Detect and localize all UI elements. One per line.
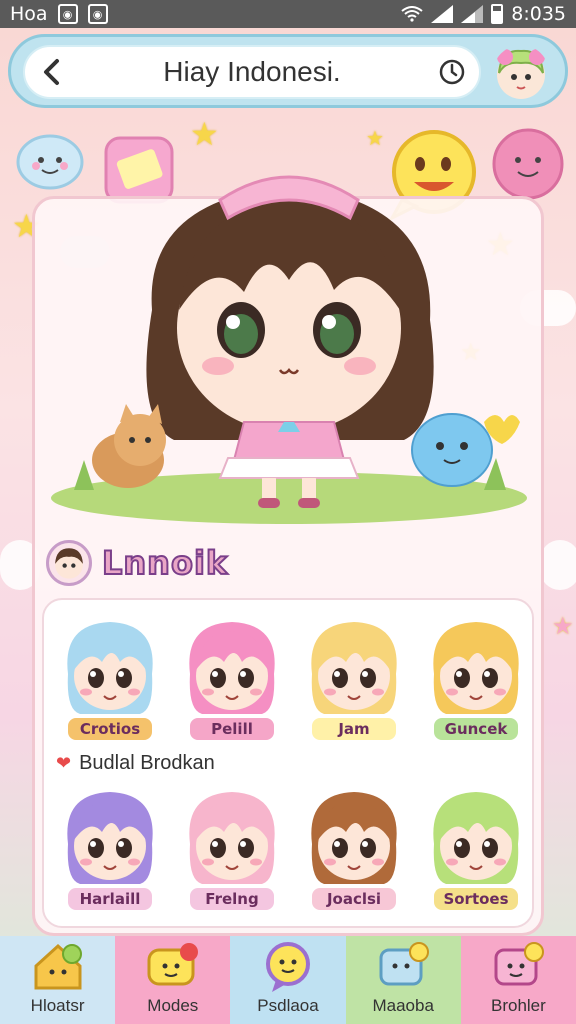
character-name-tag: Jam: [310, 716, 398, 742]
section-avatar: [46, 540, 92, 586]
chat-face-icon: [147, 943, 198, 986]
nav-label: Maaoba: [372, 996, 434, 1015]
back-button[interactable]: [25, 45, 79, 99]
nav-label: Modes: [147, 996, 199, 1015]
character-card[interactable]: Sortoes: [420, 784, 532, 912]
character-portrait: [311, 622, 397, 714]
nav-label: Brohler: [491, 996, 546, 1015]
section-title: Lnnoik: [101, 543, 229, 583]
nav-label: Psdlaoa: [257, 996, 319, 1015]
signal-icon: [431, 5, 454, 23]
page-title: Hiay Indonesi.: [163, 56, 341, 87]
character-portrait: [433, 792, 519, 884]
heart-icon: ❤: [56, 753, 72, 773]
sub-heading-label: Budlal Brodkan: [79, 752, 215, 774]
title-pill: Hiay Indonesi.: [23, 45, 481, 99]
character-card[interactable]: Jam: [298, 614, 410, 742]
carrier-label: Hoa: [10, 3, 48, 25]
nav-item-3[interactable]: Maaoba: [345, 936, 461, 1024]
character-portrait: [67, 622, 153, 714]
speech-bubble-icon: [266, 942, 310, 992]
profile-avatar[interactable]: [493, 45, 549, 101]
character-card[interactable]: Pelill: [176, 614, 288, 742]
status-bar: Hoa ◉ ◉ 8:035: [0, 0, 576, 28]
character-portrait: [311, 792, 397, 884]
character-name-tag: Crotios: [66, 716, 154, 742]
star-icon: ★: [190, 115, 219, 153]
hero-character-illustration: [51, 175, 527, 524]
history-button[interactable]: [425, 45, 479, 99]
character-portrait: [433, 622, 519, 714]
star-icon: ★: [552, 612, 574, 640]
character-name-tag: Joaclsi: [310, 886, 398, 912]
nav-item-1[interactable]: Modes: [115, 936, 231, 1024]
smile-box-icon: [494, 942, 545, 986]
character-name-tag: Guncek: [432, 716, 520, 742]
bottom-navigation: Hloatsr Modes Psdlaoa Maaoba Brohler: [0, 936, 576, 1024]
app-notification-icon: ◉: [87, 4, 108, 24]
nav-item-4[interactable]: Brohler: [460, 936, 576, 1024]
character-portrait: [189, 792, 275, 884]
signal-icon-2: [461, 5, 484, 23]
character-portrait: [189, 622, 275, 714]
bg-cloud: [540, 540, 576, 590]
character-name-tag: Pelill: [188, 716, 276, 742]
character-card[interactable]: Harlaill: [54, 784, 166, 912]
sub-heading: ❤ Budlal Brodkan: [56, 752, 215, 775]
character-name-tag: Frelng: [188, 886, 276, 912]
character-card[interactable]: Frelng: [176, 784, 288, 912]
character-card[interactable]: Crotios: [54, 614, 166, 742]
nav-label: Hloatsr: [30, 996, 85, 1015]
wifi-icon: [401, 6, 423, 22]
home-icon: [34, 943, 82, 990]
clock-icon: [439, 59, 465, 85]
nav-item-0[interactable]: Hloatsr: [0, 936, 116, 1024]
clock-time: 8:035: [511, 3, 566, 25]
top-app-bar: Hiay Indonesi.: [8, 34, 568, 108]
section-header: Lnnoik: [46, 536, 228, 590]
nav-item-2[interactable]: Psdlaoa: [230, 936, 346, 1024]
notification-icon: ◉: [57, 4, 78, 24]
message-box-icon: [379, 942, 430, 986]
battery-icon: [491, 4, 504, 24]
star-icon: ★: [366, 126, 384, 150]
character-card[interactable]: Joaclsi: [298, 784, 410, 912]
character-name-tag: Sortoes: [432, 886, 520, 912]
back-arrow-icon: [44, 59, 59, 85]
character-name-tag: Harlaill: [66, 886, 154, 912]
character-portrait: [67, 792, 153, 884]
character-card[interactable]: Guncek: [420, 614, 532, 742]
